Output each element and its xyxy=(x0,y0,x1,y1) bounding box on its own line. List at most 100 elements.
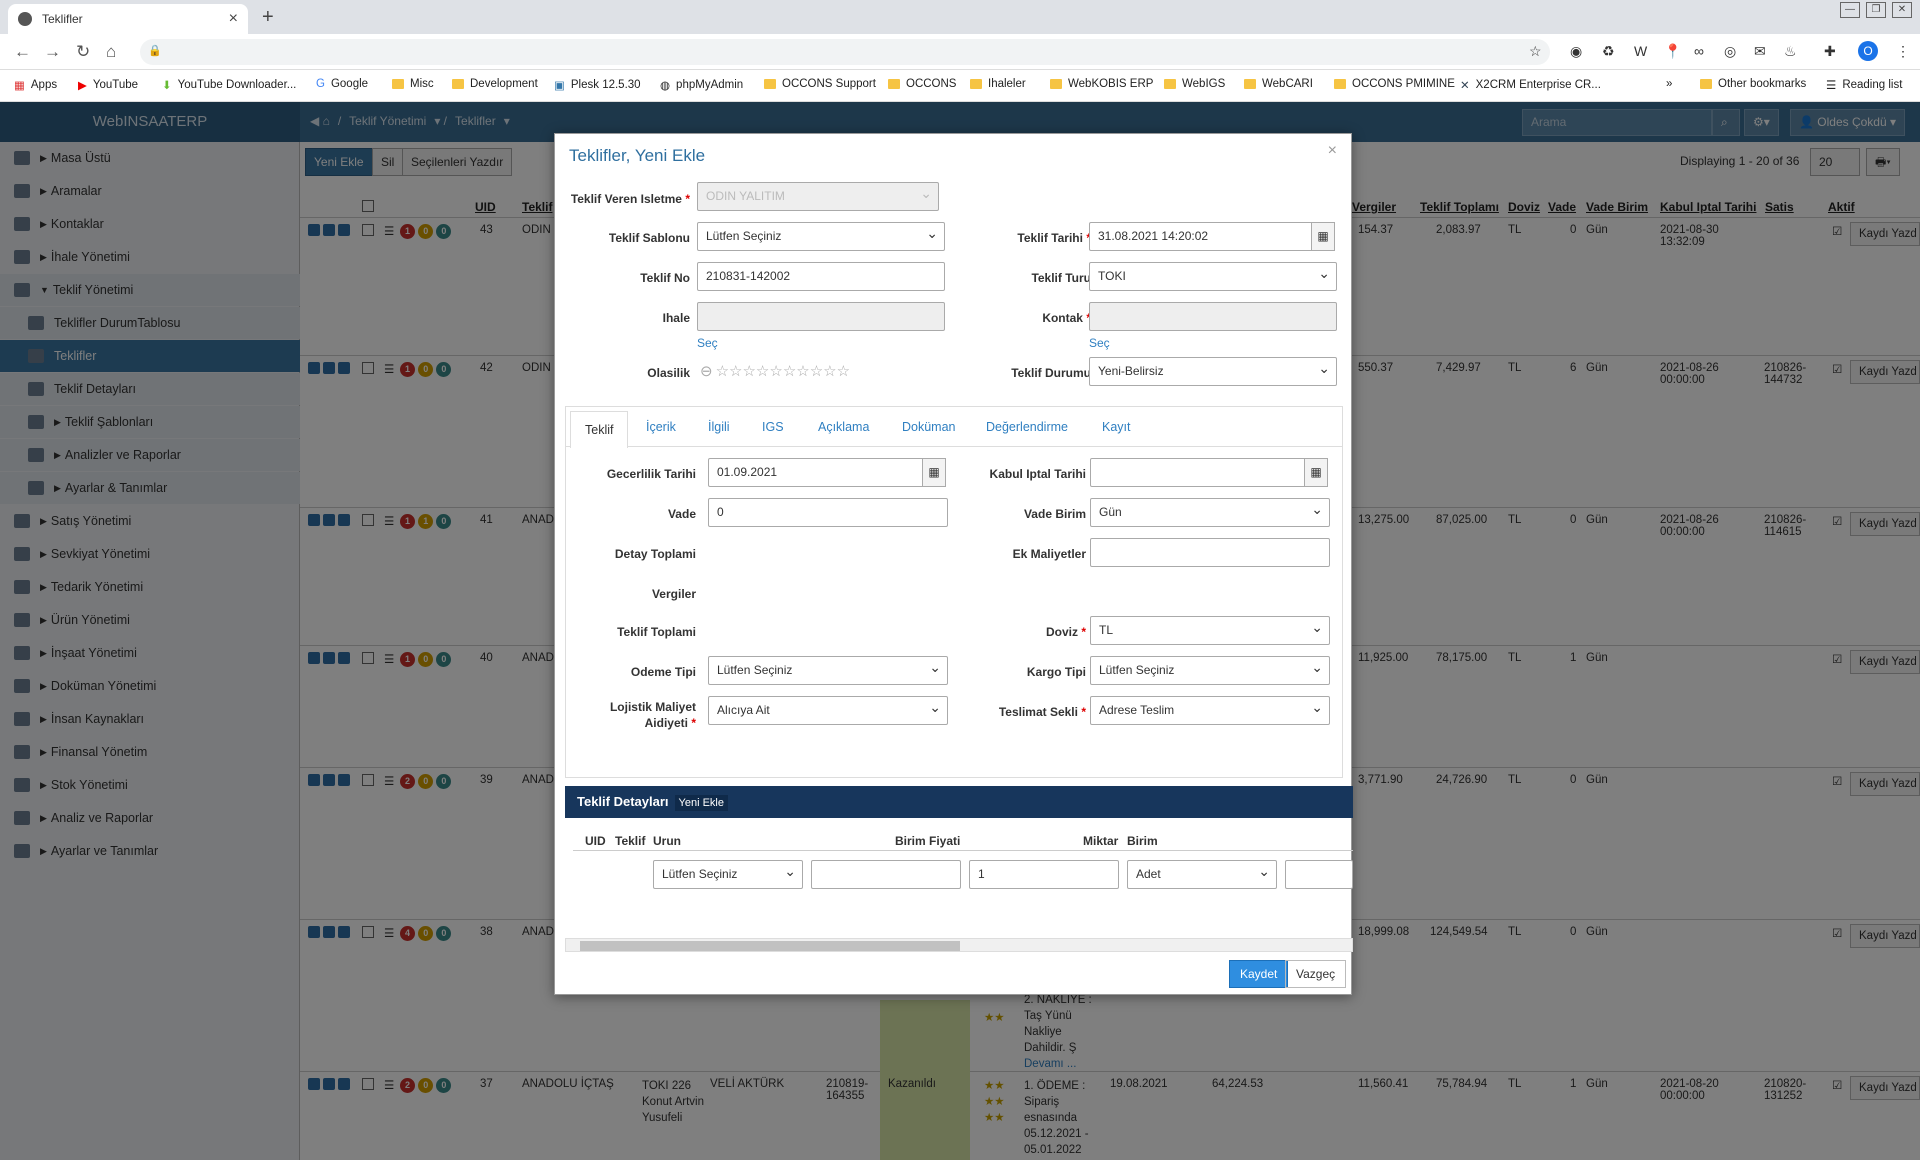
product-select[interactable]: Lütfen Seçiniz xyxy=(653,860,803,889)
offer-type-select[interactable]: TOKI xyxy=(1089,262,1337,291)
tab-dokuman[interactable]: Doküman xyxy=(902,420,956,434)
tab-igs[interactable]: IGS xyxy=(762,420,784,434)
calendar-icon[interactable]: ▦ xyxy=(922,458,946,487)
bookmark-youtube-downloader[interactable]: ⬇ YouTube Downloader... xyxy=(162,78,296,92)
cargo-select[interactable]: Lütfen Seçiniz xyxy=(1090,656,1330,685)
tender-input[interactable] xyxy=(697,302,945,331)
bookmark-occons[interactable]: OCCONS xyxy=(888,78,956,90)
close-window-icon[interactable]: ✕ xyxy=(1892,2,1912,18)
bookmark-other[interactable]: Other bookmarks xyxy=(1700,78,1806,90)
wikipedia-icon[interactable]: W xyxy=(1634,43,1647,59)
infinity-icon[interactable]: ∞ xyxy=(1694,43,1704,59)
contact-input[interactable] xyxy=(1089,302,1337,331)
probability-rating[interactable]: ⊖ ☆☆☆☆☆☆☆☆☆☆ xyxy=(700,362,850,380)
offer-date-input[interactable]: 31.08.2021 14:20:02 xyxy=(1089,222,1313,251)
bookmark-misc[interactable]: Misc xyxy=(392,78,434,90)
tab-degerlendirme[interactable]: Değerlendirme xyxy=(986,420,1068,434)
bookmark-ihaleler[interactable]: Ihaleler xyxy=(970,78,1026,90)
validity-date-input[interactable]: 01.09.2021 xyxy=(708,458,924,487)
cancel-button[interactable]: Vazgeç xyxy=(1285,960,1347,988)
translate-icon[interactable]: ◉ xyxy=(1570,43,1582,60)
payment-select[interactable]: Lütfen Seçiniz xyxy=(708,656,948,685)
bookmark-occons-support[interactable]: OCCONS Support xyxy=(764,78,876,90)
quantity-input[interactable]: 1 xyxy=(969,860,1119,889)
browser-tab-strip: Teklifler × + — ❐ ✕ xyxy=(0,0,1920,34)
date-label: Teklif Tarihi xyxy=(1017,231,1083,245)
dcol-price: Birim Fiyati xyxy=(895,834,961,848)
mail-icon[interactable]: ✉ xyxy=(1754,43,1766,60)
unit-price-input[interactable] xyxy=(811,860,961,889)
tab-title: Teklifler xyxy=(42,12,83,26)
address-bar[interactable]: 🔒 xyxy=(140,39,1550,65)
restore-icon[interactable]: ❐ xyxy=(1866,2,1886,18)
template-select[interactable]: Lütfen Seçiniz xyxy=(697,222,945,251)
tab-close-icon[interactable]: × xyxy=(229,10,238,28)
new-tab-icon[interactable]: + xyxy=(262,6,274,29)
term-unit-select[interactable]: Gün xyxy=(1090,498,1330,527)
tab-aciklama[interactable]: Açıklama xyxy=(818,420,869,434)
calendar-icon[interactable]: ▦ xyxy=(1311,222,1335,251)
save-button[interactable]: Kaydet xyxy=(1229,960,1289,988)
currency-select[interactable]: TL xyxy=(1090,616,1330,645)
offer-no-input[interactable]: 210831-142002 xyxy=(697,262,945,291)
bookmark-webkobis[interactable]: WebKOBIS ERP xyxy=(1050,78,1153,90)
back-icon[interactable]: ← xyxy=(14,42,31,62)
dcol-unit: Birim xyxy=(1127,834,1158,848)
browser-tab[interactable]: Teklifler × xyxy=(8,4,248,34)
circle-icon[interactable]: ◎ xyxy=(1724,43,1736,60)
bookmark-plesk[interactable]: ▣ Plesk 12.5.30 xyxy=(554,78,641,92)
bookmark-occons-pmimine[interactable]: OCCONS PMIMINE xyxy=(1334,78,1455,90)
acceptance-date-input[interactable] xyxy=(1090,458,1306,487)
term-input[interactable]: 0 xyxy=(708,498,948,527)
contact-select-link[interactable]: Seç xyxy=(1089,336,1110,350)
extra-cost-input[interactable] xyxy=(1090,538,1330,567)
unit-select[interactable]: Adet xyxy=(1127,860,1277,889)
forward-icon[interactable]: → xyxy=(44,42,61,62)
details-header: Teklif Detayları Yeni Ekle xyxy=(565,786,1353,818)
bookmark-google[interactable]: G Google xyxy=(316,78,368,90)
bookmark-webcari[interactable]: WebCARI xyxy=(1244,78,1313,90)
reading-list[interactable]: ☰ Reading list xyxy=(1826,78,1902,92)
details-title: Teklif Detayları xyxy=(577,794,669,809)
logistics-select[interactable]: Alıcıya Ait xyxy=(708,696,948,725)
horizontal-scrollbar[interactable] xyxy=(565,938,1353,952)
bookmark-youtube[interactable]: ▶ YouTube xyxy=(78,78,138,92)
home-icon[interactable]: ⌂ xyxy=(106,42,116,62)
favicon-icon xyxy=(18,12,32,26)
status-select[interactable]: Yeni-Belirsiz xyxy=(1089,357,1337,386)
profile-avatar[interactable]: O xyxy=(1858,41,1878,61)
firm-select[interactable]: ODIN YALITIM xyxy=(697,182,939,211)
tab-icerik[interactable]: İçerik xyxy=(646,420,676,434)
menu-icon[interactable]: ⋮ xyxy=(1896,43,1910,60)
taxes-label: Vergiler xyxy=(651,587,696,601)
bookmark-webigs[interactable]: WebIGS xyxy=(1164,78,1225,90)
reload-icon[interactable]: ↻ xyxy=(76,42,90,62)
tab-teklif[interactable]: Teklif xyxy=(570,411,629,448)
close-icon[interactable]: × xyxy=(1328,142,1337,160)
scroll-thumb[interactable] xyxy=(580,941,960,951)
tab-kayit[interactable]: Kayıt xyxy=(1102,420,1131,434)
offer-total-label: Teklif Toplami xyxy=(617,625,696,639)
term-label: Vade xyxy=(667,507,696,521)
form-tabs: Teklif İçerik İlgili IGS Açıklama Doküma… xyxy=(565,406,1343,778)
calendar-icon[interactable]: ▦ xyxy=(1304,458,1328,487)
bookmark-apps[interactable]: ▦ Apps xyxy=(14,78,57,92)
bookmark-x2crm[interactable]: ✕ X2CRM Enterprise CR... xyxy=(1460,78,1601,92)
bookmarks-overflow[interactable]: » xyxy=(1666,78,1672,90)
bookmark-star-icon[interactable]: ☆ xyxy=(1529,43,1542,60)
location-icon[interactable]: 📍 xyxy=(1664,43,1681,60)
tab-ilgili[interactable]: İlgili xyxy=(708,420,730,434)
extension-icon[interactable]: ♻ xyxy=(1602,43,1615,60)
dcol-teklif: Teklif xyxy=(615,834,646,848)
hot-icon[interactable]: ♨ xyxy=(1784,43,1797,60)
offer-no-label: Teklif No xyxy=(640,271,690,285)
extra-input[interactable] xyxy=(1285,860,1353,889)
minimize-icon[interactable]: — xyxy=(1840,2,1860,18)
delivery-select[interactable]: Adrese Teslim xyxy=(1090,696,1330,725)
payment-label: Odeme Tipi xyxy=(630,665,696,679)
bookmark-development[interactable]: Development xyxy=(452,78,538,90)
bookmark-phpmyadmin[interactable]: ◍ phpMyAdmin xyxy=(660,78,743,92)
tender-select-link[interactable]: Seç xyxy=(697,336,718,350)
puzzle-icon[interactable]: ✚ xyxy=(1824,43,1836,60)
add-detail-button[interactable]: Yeni Ekle xyxy=(674,795,728,811)
